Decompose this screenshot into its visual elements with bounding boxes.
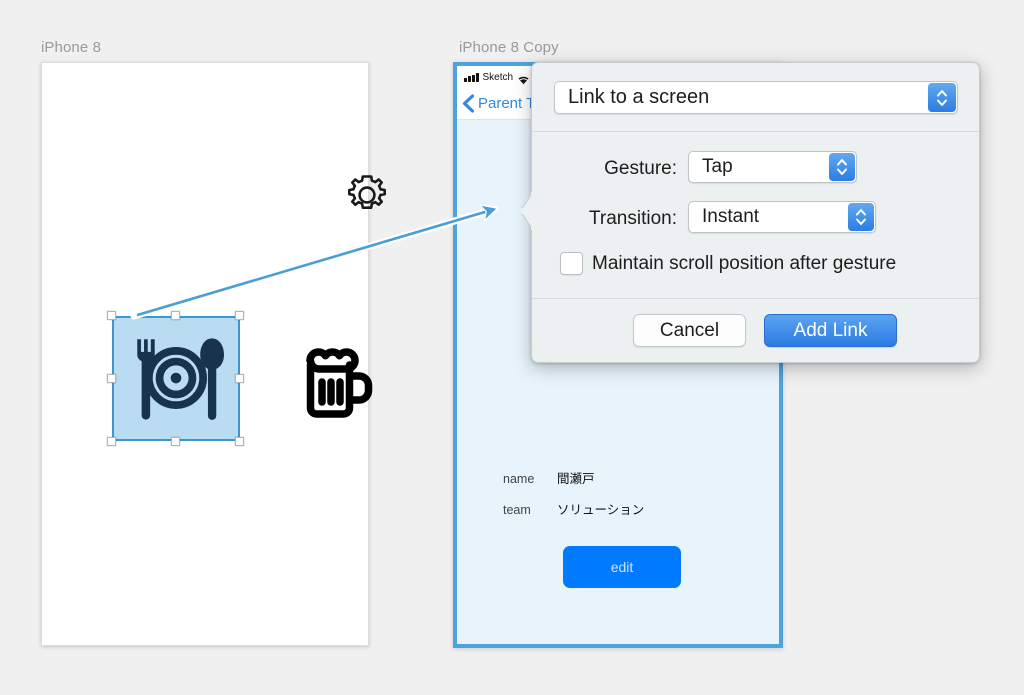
dialog-header: Link to a screen: [532, 63, 979, 132]
gesture-select[interactable]: Tap: [688, 151, 857, 183]
back-chevron-icon[interactable]: [462, 94, 475, 113]
stepper-up-down-icon[interactable]: [928, 83, 956, 112]
restaurant-icon-shape[interactable]: [112, 316, 240, 441]
stepper-up-down-icon[interactable]: [829, 153, 855, 181]
transition-select-value: Instant: [702, 206, 760, 227]
popover-notch-icon: [521, 192, 533, 230]
maintain-scroll-row[interactable]: Maintain scroll position after gesture: [560, 252, 896, 275]
field-row-team: team ソリューション: [503, 499, 644, 518]
selection-handle-se[interactable]: [235, 437, 244, 446]
transition-select[interactable]: Instant: [688, 201, 876, 233]
selection-handle-n[interactable]: [171, 311, 180, 320]
transition-label: Transition:: [589, 208, 677, 229]
selection-handle-nw[interactable]: [107, 311, 116, 320]
field-label-team: team: [503, 503, 531, 517]
selection-handle-e[interactable]: [235, 374, 244, 383]
cancel-button[interactable]: Cancel: [633, 314, 746, 347]
selection-handle-ne[interactable]: [235, 311, 244, 320]
maintain-scroll-checkbox[interactable]: [560, 252, 583, 275]
nav-back-title[interactable]: Parent T: [478, 95, 535, 112]
gesture-label: Gesture:: [604, 158, 677, 179]
selection-handle-w[interactable]: [107, 374, 116, 383]
edit-button[interactable]: edit: [563, 546, 681, 588]
sketch-canvas[interactable]: iPhone 8 iPhone 8 Copy Sketch Parent T n…: [0, 0, 1024, 695]
field-row-name: name 間瀬戸: [503, 468, 595, 487]
maintain-scroll-label: Maintain scroll position after gesture: [592, 252, 897, 274]
beer-mug-icon[interactable]: [295, 340, 383, 422]
dialog-footer: Cancel Add Link: [532, 298, 979, 362]
stepper-up-down-icon[interactable]: [848, 203, 874, 231]
screen-select-value: Link to a screen: [568, 86, 710, 108]
screen-select[interactable]: Link to a screen: [554, 81, 958, 114]
selection-handle-s[interactable]: [171, 437, 180, 446]
carrier-label: Sketch: [482, 71, 514, 83]
gesture-select-value: Tap: [702, 156, 733, 177]
dialog-body: Gesture: Tap Transition: Instant Maintai…: [532, 132, 979, 298]
selection-handle-sw[interactable]: [107, 437, 116, 446]
link-dialog[interactable]: Link to a screen Gesture: Tap Transition…: [521, 62, 980, 363]
gear-icon[interactable]: [344, 172, 390, 218]
field-value-team: ソリューション: [557, 503, 645, 517]
add-link-button[interactable]: Add Link: [764, 314, 897, 347]
field-label-name: name: [503, 472, 535, 486]
artboard-iphone-8[interactable]: [41, 62, 386, 646]
signal-bars-icon: [464, 72, 479, 82]
artboard-label-iphone-8-copy[interactable]: iPhone 8 Copy: [459, 39, 559, 56]
field-value-name: 間瀬戸: [557, 472, 595, 486]
artboard-label-iphone-8[interactable]: iPhone 8: [41, 39, 101, 56]
wifi-icon: [517, 72, 530, 85]
